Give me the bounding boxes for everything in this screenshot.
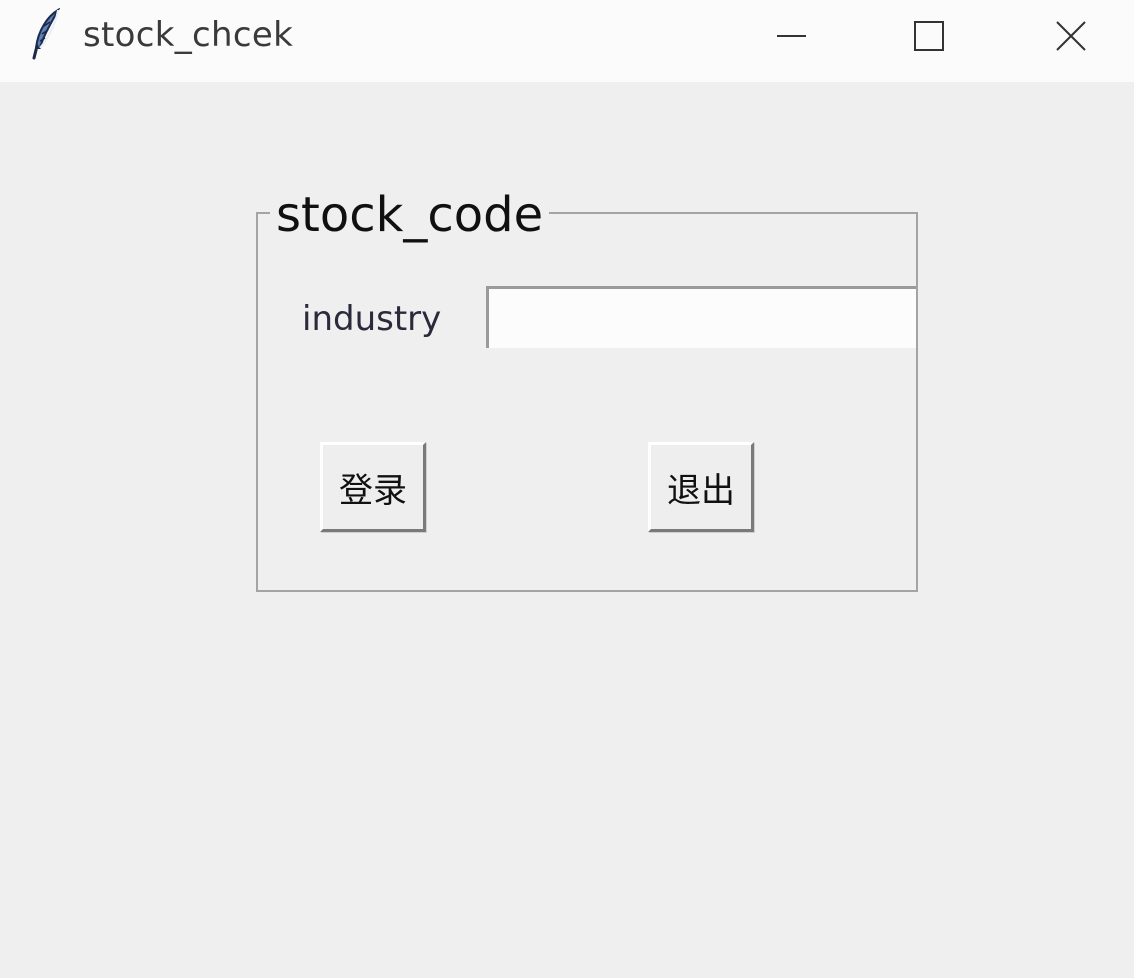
close-button[interactable] [1000, 0, 1134, 72]
close-icon [1056, 21, 1086, 51]
exit-button[interactable]: 退出 [648, 442, 754, 532]
minimize-icon [777, 35, 806, 37]
app-window: stock_chcek stock_code industry 登录 退出 [0, 0, 1134, 978]
stock-code-frame [256, 212, 918, 592]
login-button[interactable]: 登录 [320, 442, 426, 532]
frame-legend: stock_code [270, 186, 550, 244]
industry-input[interactable] [486, 286, 916, 348]
title-bar[interactable]: stock_chcek [0, 0, 1134, 82]
window-title: stock_chcek [83, 15, 294, 55]
maximize-button[interactable] [858, 0, 1000, 72]
maximize-icon [914, 21, 944, 51]
industry-label: industry [302, 299, 442, 339]
minimize-button[interactable] [720, 0, 862, 72]
feather-icon [30, 7, 64, 60]
